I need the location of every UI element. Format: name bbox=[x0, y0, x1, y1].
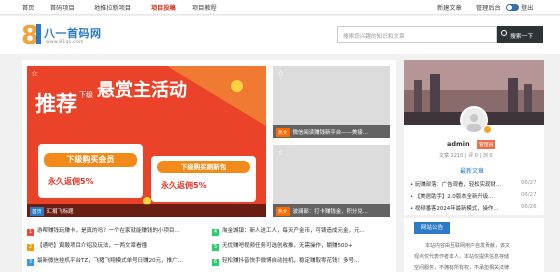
sidebar-article[interactable]: • 【美居助手】2.0版本全新升级... bbox=[410, 192, 493, 200]
admin-panel-link[interactable]: 管理后台 bbox=[476, 3, 501, 12]
rank-badge: 5 bbox=[212, 244, 219, 251]
banner-card-right-rate: 永久返佣5% bbox=[161, 181, 207, 190]
banner-headline-recommend: 推荐 bbox=[35, 92, 77, 116]
dark-mode-toggle[interactable] bbox=[506, 4, 519, 11]
rank-badge: 2 bbox=[27, 244, 34, 251]
verified-icon bbox=[484, 126, 491, 133]
notice-tab[interactable]: 网站公告 bbox=[414, 222, 450, 234]
site-header: 8 八一首码网 www.81qs.com 搜索您兴趣的知识和文章 搜索一下 bbox=[0, 16, 560, 54]
sidebar-article[interactable]: • 视频番客2024年最新模式，操作... bbox=[410, 204, 498, 212]
featured-post-title[interactable]: 微信阅读赚钱新平台——美接... bbox=[293, 130, 368, 136]
hot-tag: 热文 bbox=[276, 207, 290, 216]
sidebar-article-date: 06/27 bbox=[521, 180, 537, 186]
notice-line-1: 本站内容由互联网用户自发贡献，该文 bbox=[425, 243, 511, 249]
rank-badge: 3 bbox=[27, 259, 34, 266]
featured-post-caption: 热文 微信阅读赚钱新平台——美接... bbox=[273, 125, 390, 138]
rank-badge: 6 bbox=[212, 259, 219, 266]
nav-item-first-code[interactable]: 首码项目 bbox=[50, 3, 75, 12]
banner-card-left: 下级购买会员 永久返佣5% bbox=[38, 144, 143, 198]
banner-card-right-title: 下级购买刷新包 bbox=[157, 161, 250, 173]
featured-post-2[interactable]: ☆ 热文 波澜部：打卡赚钱金，积分兑... bbox=[273, 145, 390, 217]
list-item[interactable]: 2 【通吧】寅酸项目介绍及玩法，一两文章看懂 bbox=[27, 241, 207, 251]
list-item-title[interactable]: 最新微信挂机平台TZ，飞猪飞翔模式单号日赚20元，推广... bbox=[37, 258, 183, 264]
search-button[interactable]: 搜索一下 bbox=[497, 26, 543, 43]
nav-item-ground-promo[interactable]: 地推拉新项目 bbox=[94, 3, 131, 12]
sidebar-article-date: 06/27 bbox=[521, 192, 537, 198]
list-item[interactable]: 6 轻松赚抖音快手微博自动挂机，稳定赚取零花钱！多号... bbox=[212, 256, 392, 266]
favorite-star-icon[interactable]: ☆ bbox=[31, 69, 38, 78]
list-item-title[interactable]: 淘金城镇：新人送工人，每天产金币，可铸造成元金，元... bbox=[222, 228, 365, 234]
featured-banner[interactable]: ☆ 推荐 下级 悬赏主活动 下级购买会员 永久返佣5% 下级购买刷新包 永久返佣… bbox=[27, 66, 266, 217]
banner-caption: 首页 汇捐飞标题 bbox=[27, 204, 266, 217]
search-icon bbox=[501, 30, 507, 36]
sidebar-article-title[interactable]: 玩赚部落：广告观看，轻松实现财... bbox=[415, 182, 501, 188]
banner-card-right: 下级购买刷新包 永久返佣5% bbox=[151, 156, 256, 202]
featured-post-1[interactable]: ☆ 热文 微信阅读赚钱新平台——美接... bbox=[273, 66, 390, 138]
notice-line-3: 空间服务，不拥有所有权，不承担相关法律 bbox=[414, 265, 510, 271]
new-article-link[interactable]: 新建文章 bbox=[437, 3, 462, 12]
profile-name[interactable]: admin bbox=[447, 140, 470, 148]
banner-headline-sub: 下级 bbox=[79, 91, 93, 99]
favorite-star-icon[interactable]: ☆ bbox=[277, 69, 284, 78]
banner-caption-text: 汇捐飞标题 bbox=[46, 209, 74, 215]
site-logo-icon[interactable]: 8 bbox=[21, 20, 43, 48]
list-item-title[interactable]: 【通吧】寅酸项目介绍及玩法，一两文章看懂 bbox=[37, 243, 147, 249]
sidebar-article-date: 06/26 bbox=[521, 204, 537, 210]
latest-articles-title: 最新文章 bbox=[460, 168, 485, 175]
favorite-star-icon[interactable]: ☆ bbox=[277, 148, 284, 157]
featured-post-title[interactable]: 波澜部：打卡赚钱金，积分兑... bbox=[293, 209, 368, 215]
list-item[interactable]: 4 淘金城镇：新人送工人，每天产金币，可铸造成元金，元... bbox=[212, 226, 392, 236]
list-item[interactable]: 5 无优赚吧视频任务可选创收推，无需操作，躺赚500+ bbox=[212, 241, 392, 251]
banner-headline-main: 悬赏主活动 bbox=[97, 80, 187, 101]
nav-item-submit[interactable]: 项目投稿 bbox=[151, 3, 176, 12]
profile-stats: 文章 2210 | 评 0 | 浏 0 bbox=[439, 153, 493, 159]
site-name[interactable]: 八一首码网 bbox=[44, 25, 102, 41]
banner-card-left-rate: 永久返佣5% bbox=[48, 177, 94, 186]
search-input[interactable]: 搜索您兴趣的知识和文章 bbox=[337, 26, 497, 43]
banner-card-left-title: 下级购买会员 bbox=[44, 153, 137, 167]
rank-badge: 1 bbox=[27, 229, 34, 236]
rank-badge: 4 bbox=[212, 229, 219, 236]
featured-post-caption: 热文 波澜部：打卡赚钱金，积分兑... bbox=[273, 204, 390, 217]
list-item[interactable]: 1 游帮赚钱玩赚卡，是真的吗？一个在家就能赚钱的小项目... bbox=[27, 226, 207, 236]
notice-line-2: 观点仅代表作者本人。本站仅提供信息存储 bbox=[414, 254, 510, 260]
nav-item-tutorial[interactable]: 项目教程 bbox=[192, 3, 217, 12]
role-badge: 管理员 bbox=[477, 140, 496, 149]
list-item-title[interactable]: 轻松赚抖音快手微博自动挂机，稳定赚取零花钱！多号... bbox=[222, 258, 359, 264]
top-nav: 首页 首码项目 地推拉新项目 项目投稿 项目教程 新建文章 管理后台 登出 bbox=[0, 0, 560, 15]
search-button-label: 搜索一下 bbox=[510, 34, 534, 40]
hot-tag: 热文 bbox=[276, 128, 290, 137]
site-domain: www.81qs.com bbox=[46, 40, 84, 45]
list-item-title[interactable]: 无优赚吧视频任务可选创收推，无需操作，躺赚500+ bbox=[222, 243, 353, 249]
nav-item-home[interactable]: 首页 bbox=[22, 3, 34, 12]
list-item-title[interactable]: 游帮赚钱玩赚卡，是真的吗？一个在家就能赚钱的小项目... bbox=[37, 228, 180, 234]
sidebar-article-title[interactable]: 【美居助手】2.0版本全新升级... bbox=[415, 194, 493, 200]
list-item[interactable]: 3 最新微信挂机平台TZ，飞猪飞翔模式单号日赚20元，推广... bbox=[27, 256, 207, 266]
logout-link[interactable]: 登出 bbox=[521, 3, 533, 12]
banner-caption-tag: 首页 bbox=[30, 207, 44, 216]
sidebar-article-title[interactable]: 视频番客2024年最新模式，操作... bbox=[415, 206, 499, 212]
sidebar-article[interactable]: • 玩赚部落：广告观看，轻松实现财... bbox=[410, 180, 501, 188]
